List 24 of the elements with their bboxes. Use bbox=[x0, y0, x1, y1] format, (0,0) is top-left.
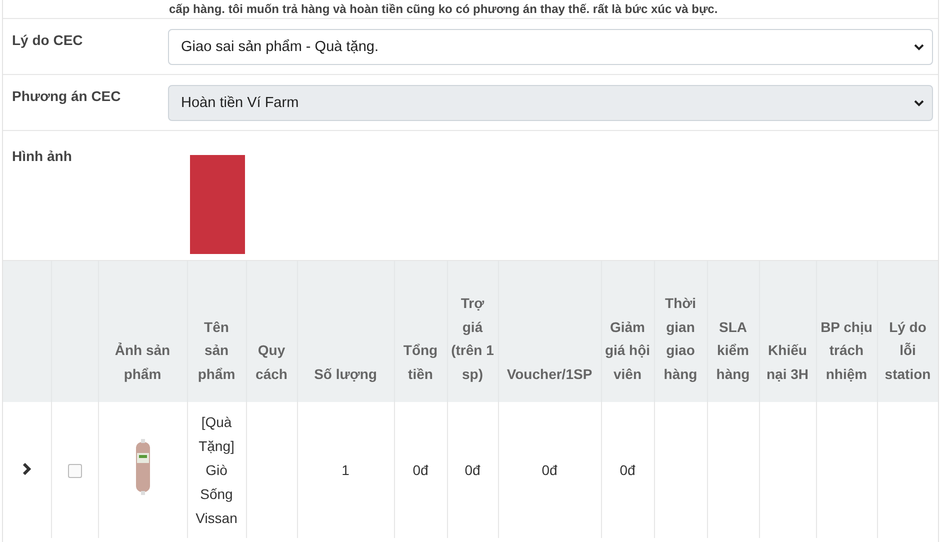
table-cell: 0đ bbox=[542, 462, 558, 478]
column-header: Trợ giá (trên 1 sp) bbox=[451, 295, 494, 382]
column-header: Voucher/1SP bbox=[506, 366, 592, 382]
table-cell: 1 bbox=[342, 462, 350, 478]
column-header: Thời gian giao hàng bbox=[664, 295, 698, 382]
column-header: Lý do lỗi station bbox=[884, 318, 931, 382]
column-header: Tổng tiền bbox=[403, 342, 438, 382]
note-text: cấp hàng. tôi muốn trả hàng và hoàn tiền cũng ko có phương án thay thế. rất là bức xúc và bực. bbox=[169, 2, 718, 16]
column-header: Tên sản phẩm bbox=[198, 318, 236, 382]
field-label: Lý do CEC bbox=[12, 31, 84, 48]
field-label: Phương án CEC bbox=[12, 87, 122, 104]
column-header: BP chịu trách nhiệm bbox=[820, 318, 872, 382]
product-name: [Quà Tặng] Giò Sống Vissan bbox=[196, 414, 238, 526]
table-cell: 0đ bbox=[412, 462, 428, 478]
column-header: Số lượng bbox=[314, 366, 377, 382]
field-label: Hình ảnh bbox=[12, 147, 73, 164]
table-cell: 0đ bbox=[464, 462, 480, 478]
column-header: Ảnh sản phẩm bbox=[114, 342, 170, 382]
column-header: Quy cách bbox=[256, 342, 288, 382]
column-header: Giảm giá hội viên bbox=[604, 318, 650, 382]
table-cell: 0đ bbox=[620, 462, 636, 478]
select-field[interactable]: Giao sai sản phẩm - Quà tặng. bbox=[168, 29, 933, 65]
column-header: SLA kiểm hàng bbox=[716, 318, 750, 382]
column-header: Khiếu nại 3H bbox=[766, 342, 808, 382]
